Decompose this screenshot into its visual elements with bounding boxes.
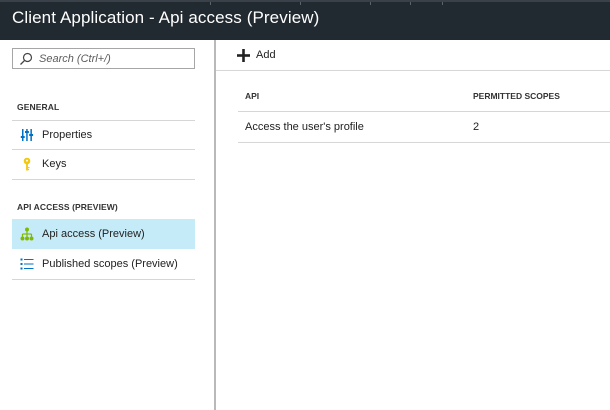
- header-divider: [410, 2, 411, 5]
- api-access-table: API PERMITTED SCOPES Access the user's p…: [238, 83, 610, 143]
- list-icon: [20, 257, 34, 271]
- properties-icon: [20, 128, 34, 142]
- sidebar-item-label: Api access (Preview): [42, 228, 145, 240]
- header-divider: [210, 2, 211, 5]
- command-bar: Add: [216, 40, 610, 71]
- search-icon: [19, 52, 33, 66]
- title-bar: Client Application - Api access (Preview…: [0, 0, 610, 40]
- main-content: Add API PERMITTED SCOPES Access the user…: [216, 40, 610, 410]
- page-title: Client Application - Api access (Preview…: [12, 8, 320, 27]
- app-window: Client Application - Api access (Preview…: [0, 0, 610, 410]
- sidebar-item-published-scopes[interactable]: Published scopes (Preview): [12, 250, 195, 280]
- search-box[interactable]: [12, 48, 195, 69]
- section-heading-api-access: API ACCESS (PREVIEW): [17, 202, 118, 212]
- sidebar-item-label: Keys: [42, 158, 67, 170]
- sidebar-item-label: Properties: [42, 129, 93, 141]
- plus-icon: [237, 49, 250, 62]
- column-header-api: API: [245, 91, 260, 101]
- sidebar-item-properties[interactable]: Properties: [12, 120, 195, 150]
- section-heading-general: GENERAL: [17, 102, 60, 112]
- sidebar-item-api-access[interactable]: Api access (Preview): [12, 219, 195, 249]
- key-icon: [20, 157, 34, 171]
- cell-permitted-scopes: 2: [473, 121, 480, 133]
- sidebar-item-keys[interactable]: Keys: [12, 150, 195, 180]
- header-divider: [442, 2, 443, 5]
- search-input[interactable]: [39, 50, 189, 67]
- add-button-label: Add: [256, 49, 276, 61]
- header-divider: [370, 2, 371, 5]
- table-row[interactable]: Access the user's profile 2: [238, 112, 610, 143]
- sidebar: GENERAL Properties: [0, 40, 216, 410]
- cell-api: Access the user's profile: [245, 121, 364, 133]
- api-access-icon: [20, 227, 34, 241]
- header-divider: [300, 2, 301, 5]
- table-header: API PERMITTED SCOPES: [238, 83, 610, 112]
- sidebar-item-label: Published scopes (Preview): [42, 258, 178, 270]
- column-header-permitted-scopes: PERMITTED SCOPES: [473, 91, 560, 101]
